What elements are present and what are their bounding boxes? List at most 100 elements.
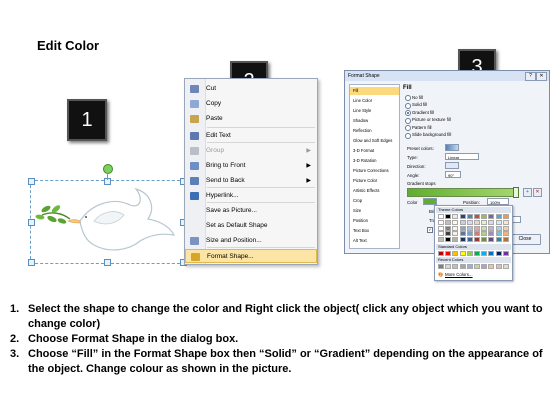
theme-color-swatch[interactable]: [466, 214, 473, 219]
standard-color-swatch[interactable]: [481, 251, 488, 256]
rotate-checkbox[interactable]: ✓: [427, 227, 433, 233]
theme-color-swatch[interactable]: [481, 214, 488, 219]
fill-option-label[interactable]: No fill: [412, 95, 423, 100]
theme-shade-swatch[interactable]: [452, 236, 459, 242]
menu-item-copy[interactable]: Copy: [185, 97, 317, 111]
category-glow-and-soft-edges[interactable]: Glow and Soft Edges: [350, 137, 399, 145]
menu-item-cut[interactable]: Cut: [185, 82, 317, 96]
fill-radio[interactable]: [405, 132, 411, 139]
category-alt-text[interactable]: Alt Text: [350, 237, 399, 245]
theme-shade-swatch[interactable]: [466, 236, 473, 242]
category-fill[interactable]: Fill: [350, 87, 399, 95]
theme-color-swatch[interactable]: [452, 214, 459, 219]
theme-shade-swatch[interactable]: [445, 236, 452, 242]
close-icon[interactable]: ✕: [536, 72, 547, 81]
gradient-stops-bar[interactable]: [407, 188, 519, 197]
theme-shade-swatch[interactable]: [488, 225, 495, 231]
fill-radio[interactable]: [405, 110, 411, 116]
theme-shade-swatch[interactable]: [481, 231, 488, 236]
theme-shade-swatch[interactable]: [438, 231, 444, 236]
theme-shade-swatch[interactable]: [481, 225, 488, 231]
theme-color-swatch[interactable]: [474, 214, 480, 219]
theme-shade-swatch[interactable]: [466, 231, 473, 236]
category-shadow[interactable]: Shadow: [350, 117, 399, 125]
standard-color-swatch[interactable]: [438, 251, 444, 256]
fill-radio[interactable]: [405, 95, 411, 101]
theme-shade-swatch[interactable]: [474, 220, 480, 225]
menu-item-save-as-picture[interactable]: Save as Picture...: [185, 204, 317, 218]
theme-shade-swatch[interactable]: [452, 225, 459, 231]
theme-color-swatch[interactable]: [488, 214, 495, 219]
theme-shade-swatch[interactable]: [438, 220, 444, 225]
theme-shade-swatch[interactable]: [488, 220, 495, 225]
theme-shade-swatch[interactable]: [488, 231, 495, 236]
menu-item-set-as-default-shape[interactable]: Set as Default Shape: [185, 219, 317, 233]
menu-item-bring-to-front[interactable]: Bring to Front ▶: [185, 159, 317, 173]
menu-item-edit-text[interactable]: Edit Text: [185, 129, 317, 143]
category-crop[interactable]: Crop: [350, 197, 399, 205]
category-3-d-format[interactable]: 3-D Format: [350, 147, 399, 155]
position-input[interactable]: 100%: [487, 198, 509, 205]
standard-color-swatch[interactable]: [452, 251, 459, 256]
fill-option-label[interactable]: Picture or texture fill: [412, 117, 451, 122]
theme-shade-swatch[interactable]: [474, 231, 480, 236]
standard-color-swatch[interactable]: [445, 251, 452, 256]
theme-shade-swatch[interactable]: [495, 236, 502, 242]
recent-color-swatch[interactable]: [452, 264, 459, 269]
theme-color-swatch[interactable]: [459, 214, 466, 219]
theme-shade-swatch[interactable]: [452, 231, 459, 236]
standard-color-swatch[interactable]: [474, 251, 480, 256]
theme-shade-swatch[interactable]: [495, 231, 502, 236]
fill-option-label[interactable]: Pattern fill: [412, 125, 432, 130]
theme-shade-swatch[interactable]: [438, 236, 444, 242]
theme-color-swatch[interactable]: [445, 214, 452, 219]
menu-item-send-to-back[interactable]: Send to Back ▶: [185, 174, 317, 188]
type-dropdown[interactable]: Linear: [445, 153, 479, 160]
category-picture-color[interactable]: Picture Color: [350, 177, 399, 185]
recent-color-swatch[interactable]: [495, 264, 502, 269]
theme-shade-swatch[interactable]: [459, 236, 466, 242]
help-button[interactable]: ?: [525, 72, 536, 81]
theme-color-swatch[interactable]: [502, 214, 509, 219]
theme-shade-swatch[interactable]: [452, 220, 459, 225]
category-reflection[interactable]: Reflection: [350, 127, 399, 135]
fill-radio[interactable]: [405, 125, 411, 131]
theme-shade-swatch[interactable]: [438, 225, 444, 231]
recent-color-swatch[interactable]: [459, 264, 466, 269]
recent-color-swatch[interactable]: [466, 264, 473, 269]
fill-option-label[interactable]: Slide background fill: [412, 132, 451, 137]
category-picture-corrections[interactable]: Picture Corrections: [350, 167, 399, 175]
fill-option-label[interactable]: Solid fill: [412, 102, 427, 107]
category-size[interactable]: Size: [350, 207, 399, 215]
menu-item-size-and-position[interactable]: Size and Position...: [185, 234, 317, 248]
fill-option-label[interactable]: Gradient fill: [412, 110, 434, 115]
angle-input[interactable]: 90°: [445, 171, 461, 178]
direction-dropdown[interactable]: [445, 162, 459, 169]
recent-color-swatch[interactable]: [438, 264, 444, 269]
theme-shade-swatch[interactable]: [502, 225, 509, 231]
recent-color-swatch[interactable]: [445, 264, 452, 269]
recent-color-swatch[interactable]: [488, 264, 495, 269]
remove-stop-icon[interactable]: ✕: [533, 188, 542, 197]
theme-shade-swatch[interactable]: [466, 220, 473, 225]
fill-radio[interactable]: [405, 117, 411, 124]
recent-color-swatch[interactable]: [481, 264, 488, 269]
standard-color-swatch[interactable]: [466, 251, 473, 256]
rotation-handle[interactable]: [103, 164, 113, 174]
theme-shade-swatch[interactable]: [459, 231, 466, 236]
standard-color-swatch[interactable]: [495, 251, 502, 256]
theme-shade-swatch[interactable]: [502, 236, 509, 242]
recent-color-swatch[interactable]: [502, 264, 509, 269]
theme-shade-swatch[interactable]: [502, 220, 509, 225]
theme-shade-swatch[interactable]: [495, 225, 502, 231]
preset-colors-dropdown[interactable]: [445, 144, 459, 151]
theme-shade-swatch[interactable]: [481, 220, 488, 225]
theme-shade-swatch[interactable]: [474, 236, 480, 242]
theme-color-swatch[interactable]: [438, 214, 444, 219]
theme-shade-swatch[interactable]: [466, 225, 473, 231]
category-line-color[interactable]: Line Color: [350, 97, 399, 105]
theme-shade-swatch[interactable]: [459, 220, 466, 225]
standard-color-swatch[interactable]: [459, 251, 466, 256]
theme-shade-swatch[interactable]: [445, 231, 452, 236]
theme-shade-swatch[interactable]: [502, 231, 509, 236]
